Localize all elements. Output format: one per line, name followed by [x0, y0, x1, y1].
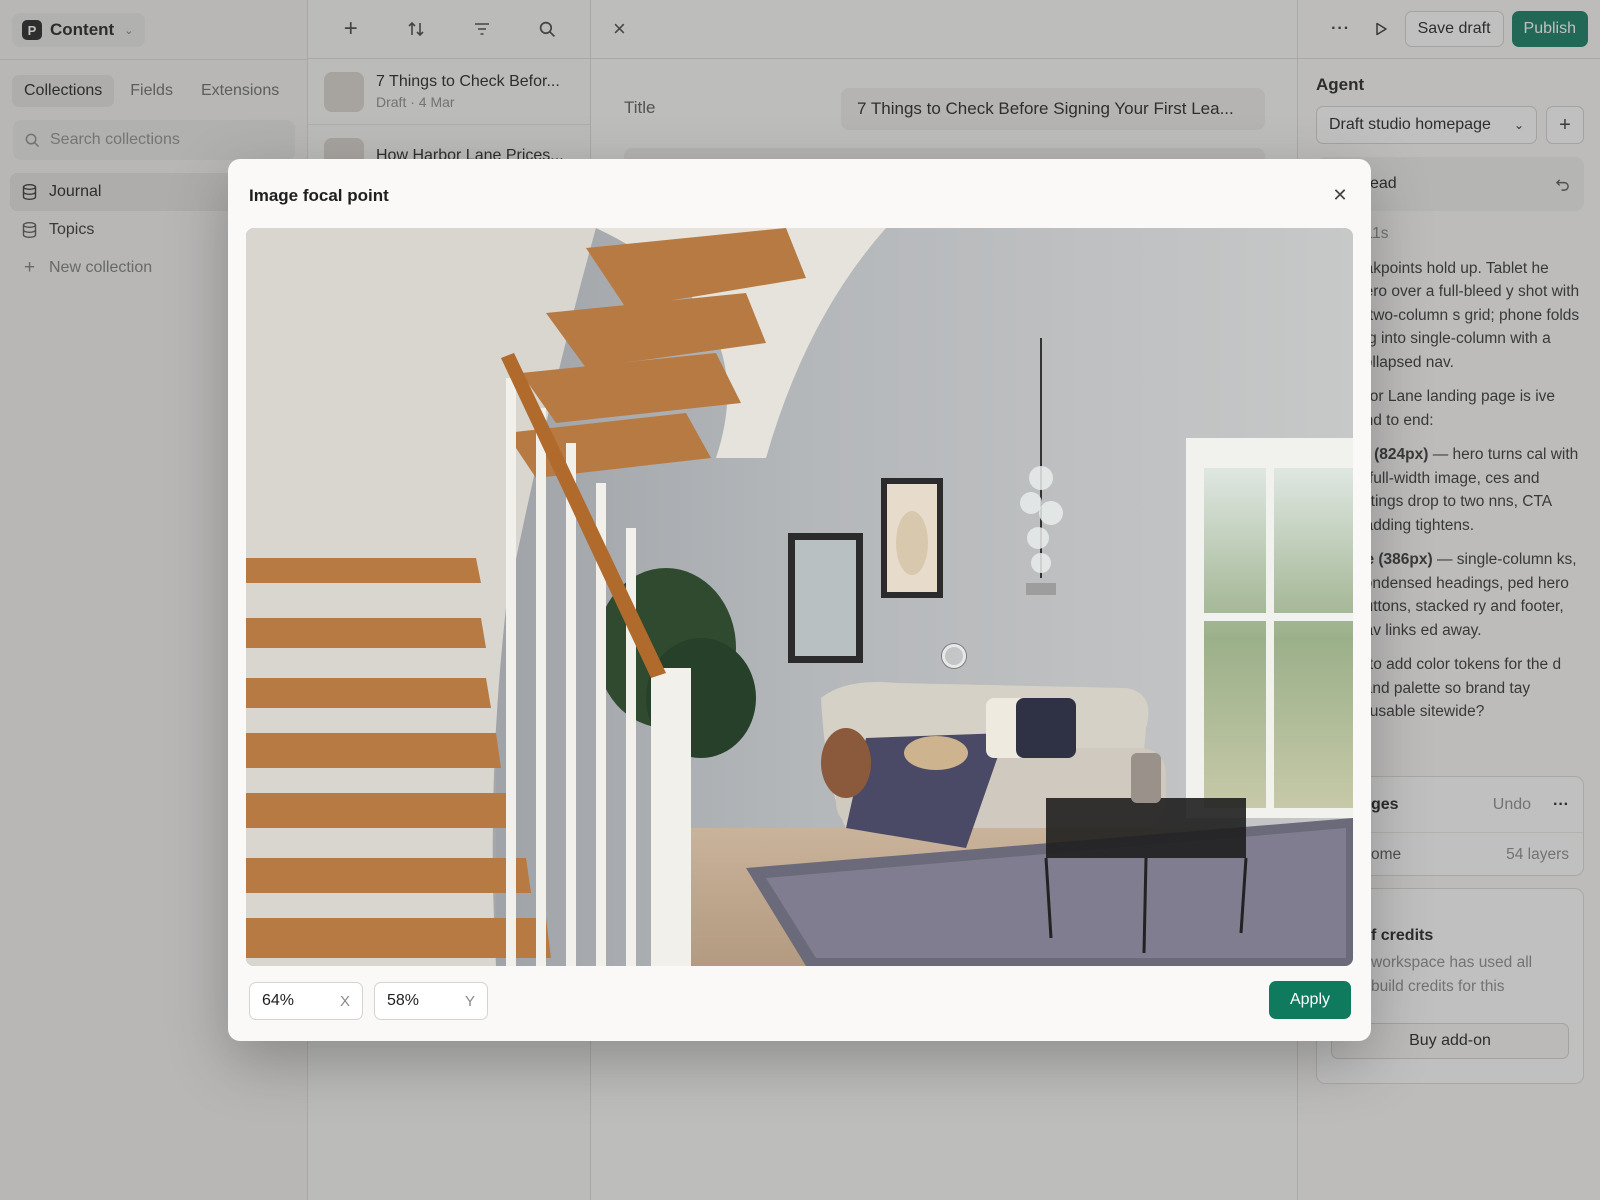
focal-y-input[interactable]: [387, 992, 447, 1010]
dialog-title: Image focal point: [249, 186, 389, 205]
close-dialog-button[interactable]: ✕: [1324, 179, 1356, 211]
close-icon: ✕: [1332, 184, 1348, 205]
focal-y-field: Y: [374, 982, 488, 1020]
apply-button[interactable]: Apply: [1269, 981, 1351, 1019]
focal-x-input[interactable]: [262, 992, 322, 1010]
focal-point-image[interactable]: [246, 228, 1353, 966]
image-focal-point-dialog: Image focal point ✕ 64% X 58% Y Apply: [228, 159, 1371, 1041]
living-room-photo: [246, 228, 1353, 966]
x-axis-label: X: [339, 992, 350, 1010]
focal-x-field: X: [249, 982, 363, 1020]
y-axis-label: Y: [464, 992, 475, 1010]
